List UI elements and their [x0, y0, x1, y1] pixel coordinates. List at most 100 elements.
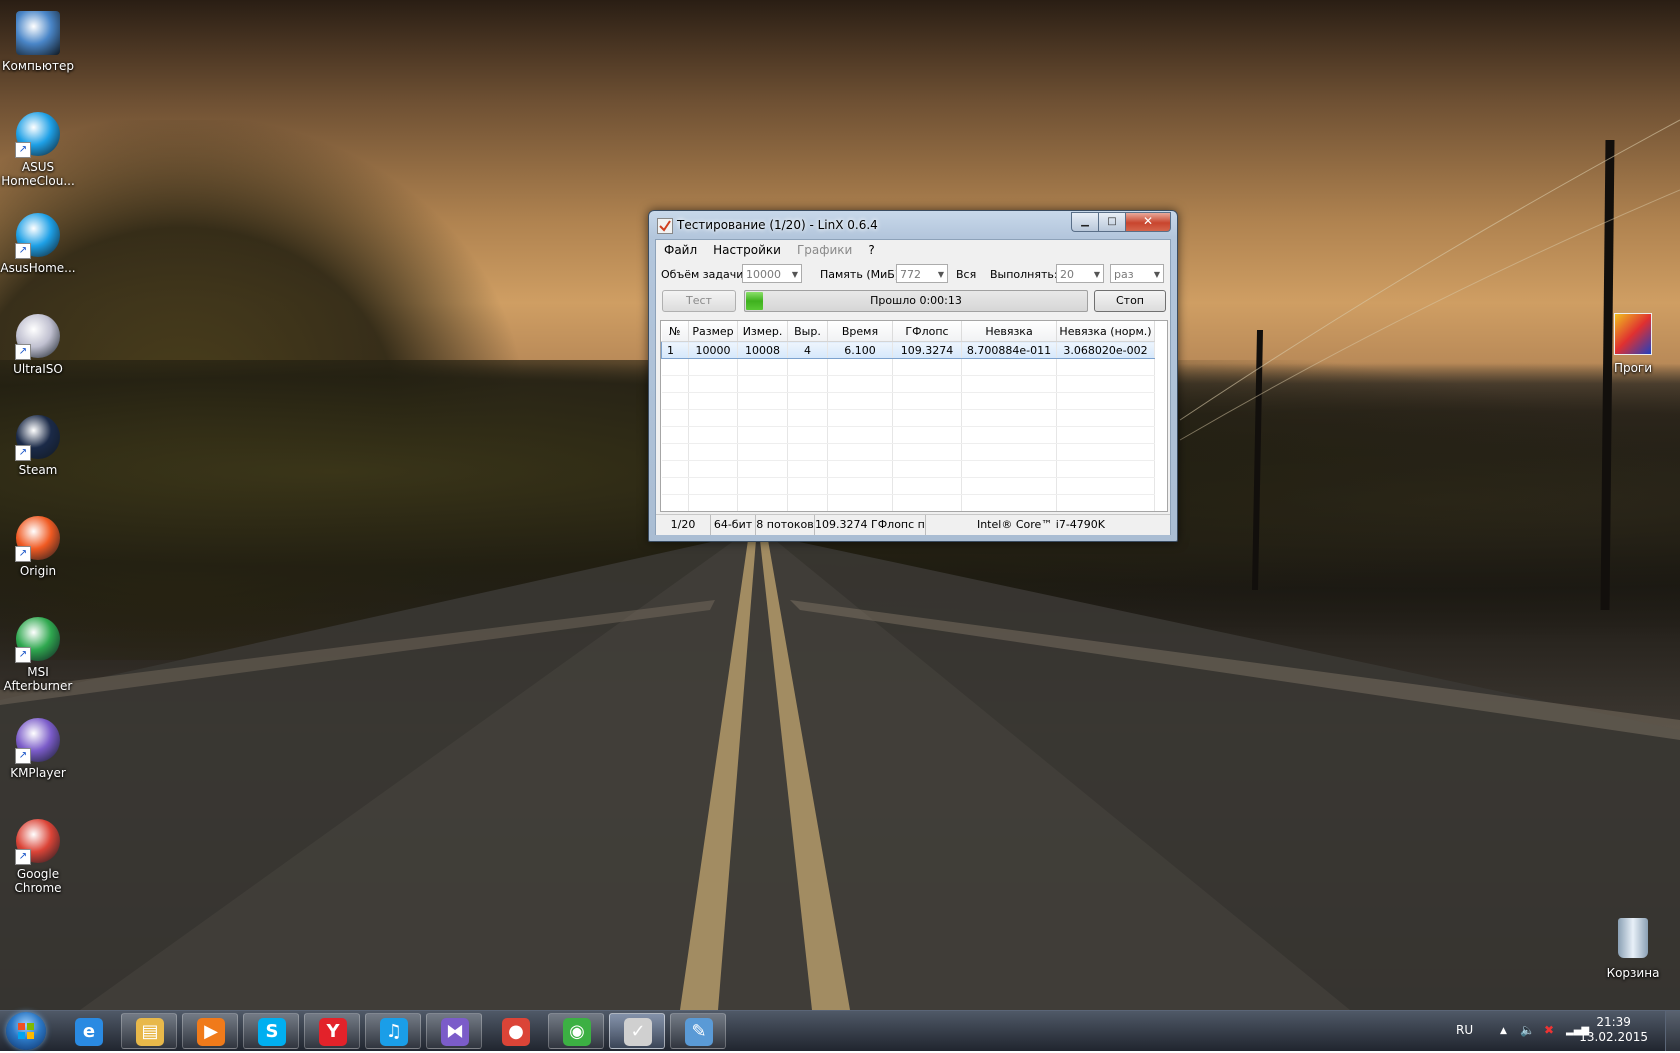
afterburner-icon: ↗	[15, 617, 61, 663]
taskbar-itunes[interactable]: ♫	[365, 1013, 421, 1049]
window-titlebar[interactable]: Тестирование (1/20) - LinX 0.6.4 ▁ □ ✕	[649, 211, 1177, 239]
empty-cell	[737, 494, 788, 511]
desktop-icon-disc[interactable]: ↗ UltraISO	[0, 313, 80, 376]
column-header[interactable]: №	[661, 321, 689, 342]
empty-cell	[1056, 460, 1155, 478]
taskbar-skype[interactable]: S	[243, 1013, 299, 1049]
taskbar-paint[interactable]: ✎	[670, 1013, 726, 1049]
play-icon: ▶	[197, 1018, 225, 1046]
empty-cell	[1056, 392, 1155, 410]
desktop-icon-origin[interactable]: ↗ Origin	[0, 515, 80, 578]
desktop-icon-label: Steam	[18, 463, 58, 477]
task-size-combo[interactable]: 10000 ▼	[742, 264, 802, 283]
menu-file[interactable]: Файл	[656, 243, 705, 257]
column-header[interactable]: Невязка (норм.)	[1056, 321, 1155, 342]
status-bitness: 64-бит	[711, 515, 756, 535]
column-header[interactable]: Выр.	[787, 321, 828, 342]
desktop-icon-chrome[interactable]: ↗ Google Chrome	[0, 818, 80, 895]
desktop-icon-afterburner[interactable]: ↗ MSI Afterburner	[0, 616, 80, 693]
taskbar-linx[interactable]: ✓	[609, 1013, 665, 1049]
table-cell: 3.068020e-002	[1056, 341, 1155, 359]
all-memory-option[interactable]: Вся	[956, 268, 976, 281]
taskbar-explorer[interactable]: ▤	[121, 1013, 177, 1049]
caption-buttons: ▁ □ ✕	[1071, 212, 1171, 232]
desktop-icon-cloud-house[interactable]: ↗ ASUS HomeClou...	[0, 111, 80, 188]
empty-cell	[737, 443, 788, 461]
desktop-icon-label: Проги	[1613, 361, 1653, 375]
desktop-icon-computer[interactable]: Компьютер	[0, 10, 80, 73]
system-tray: RU ▲ 🔈 ✖ ▂▄▆ 21:39 13.02.2015	[1420, 1011, 1680, 1051]
menu-bar: Файл Настройки Графики ?	[656, 240, 1170, 260]
column-header[interactable]: ГФлопс	[892, 321, 962, 342]
status-progress: 1/20	[656, 515, 711, 535]
empty-cell	[737, 477, 788, 495]
desktop-icon-steam[interactable]: ↗ Steam	[0, 414, 80, 477]
memory-combo[interactable]: 772 ▼	[896, 264, 948, 283]
desktop-icon-recycle-bin[interactable]: Корзина	[1591, 915, 1675, 980]
empty-cell	[787, 443, 828, 461]
column-header[interactable]: Невязка	[961, 321, 1057, 342]
empty-cell	[961, 494, 1057, 511]
action-row: Тест Прошло 0:00:13 Стоп	[656, 289, 1170, 315]
taskbar-media-player[interactable]: ▶	[182, 1013, 238, 1049]
cloud-house-icon: ↗	[15, 112, 61, 158]
shortcut-arrow-icon: ↗	[15, 142, 31, 158]
chrome-icon: ↗	[15, 819, 61, 865]
results-table[interactable]: № Размер Измер. Выр. Время ГФлопс Невязка Невяз…	[660, 320, 1168, 512]
run-unit-combo[interactable]: раз ▼	[1110, 264, 1164, 283]
menu-graphs[interactable]: Графики	[789, 243, 860, 257]
desktop-icon-folder-app[interactable]: Проги	[1591, 310, 1675, 375]
steam-icon: ↗	[15, 415, 61, 461]
maximize-button[interactable]: □	[1098, 212, 1125, 232]
empty-cell	[737, 392, 788, 410]
taskbar-chrome[interactable]: ●	[487, 1013, 543, 1049]
shortcut-arrow-icon: ↗	[15, 243, 31, 259]
memory-value: 772	[900, 268, 921, 281]
empty-row	[661, 392, 1155, 410]
taskbar-kmplayer[interactable]: ⧓	[426, 1013, 482, 1049]
empty-cell	[737, 426, 788, 444]
desktop-icon-label: KMPlayer	[10, 766, 66, 780]
windows-logo-icon	[18, 1023, 34, 1039]
linx-icon: ✓	[624, 1018, 652, 1046]
run-count-combo[interactable]: 20 ▼	[1056, 264, 1104, 283]
desktop-icon-cloud-house[interactable]: ↗ AsusHome...	[0, 212, 80, 275]
stop-button[interactable]: Стоп	[1094, 290, 1166, 312]
empty-cell	[787, 375, 828, 393]
table-row[interactable]: 1 10000 10008 4 6.100 109.3274 8.700884e-011 3.…	[661, 341, 1155, 359]
tray-expand-icon[interactable]: ▲	[1500, 1026, 1507, 1036]
linx-window[interactable]: Тестирование (1/20) - LinX 0.6.4 ▁ □ ✕ Ф…	[648, 210, 1178, 542]
folder-app-icon	[1610, 313, 1656, 359]
network-error-icon[interactable]: ✖	[1544, 1023, 1554, 1037]
menu-settings[interactable]: Настройки	[705, 243, 789, 257]
run-count-label: Выполнять:	[990, 268, 1058, 281]
taskbar-app-green[interactable]: ◉	[548, 1013, 604, 1049]
start-button[interactable]	[6, 1012, 46, 1050]
taskbar-internet-explorer[interactable]: e	[60, 1013, 116, 1049]
empty-cell	[961, 460, 1057, 478]
minimize-button[interactable]: ▁	[1071, 212, 1098, 232]
clock[interactable]: 21:39 13.02.2015	[1579, 1015, 1648, 1045]
empty-cell	[961, 443, 1057, 461]
empty-cell	[827, 494, 893, 511]
menu-help[interactable]: ?	[860, 243, 882, 257]
close-button[interactable]: ✕	[1125, 212, 1171, 232]
elapsed-time: Прошло 0:00:13	[870, 294, 962, 307]
column-header[interactable]: Размер	[688, 321, 738, 342]
empty-cell	[961, 426, 1057, 444]
desktop-icon-kmplayer[interactable]: ↗ KMPlayer	[0, 717, 80, 780]
empty-row	[661, 494, 1155, 511]
taskbar-yandex-browser[interactable]: Y	[304, 1013, 360, 1049]
empty-cell	[688, 358, 738, 376]
empty-cell	[688, 426, 738, 444]
column-header[interactable]: Измер.	[737, 321, 788, 342]
volume-icon[interactable]: 🔈	[1520, 1023, 1535, 1037]
show-desktop-button[interactable]	[1665, 1011, 1680, 1051]
empty-cell	[961, 409, 1057, 427]
column-header[interactable]: Время	[827, 321, 893, 342]
empty-cell	[892, 392, 962, 410]
test-button[interactable]: Тест	[662, 290, 736, 312]
empty-cell	[1056, 477, 1155, 495]
language-indicator[interactable]: RU	[1456, 1023, 1473, 1037]
empty-cell	[737, 375, 788, 393]
